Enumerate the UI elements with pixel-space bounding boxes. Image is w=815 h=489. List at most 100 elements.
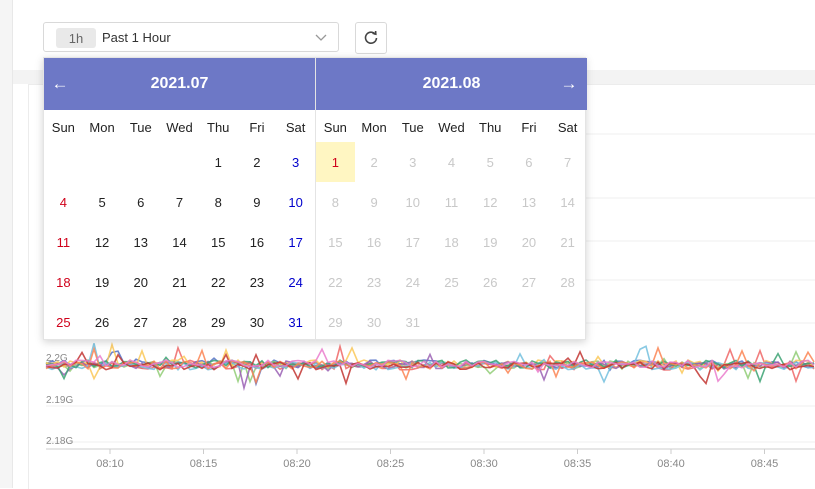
- weekday-label: Fri: [249, 119, 265, 135]
- calendar-day: 7: [564, 154, 572, 170]
- x-tick-label: 08:35: [564, 458, 592, 470]
- calendar-day[interactable]: 31: [276, 302, 315, 342]
- calendar-day: 8: [331, 194, 339, 210]
- calendar-day: 14: [560, 194, 575, 210]
- calendar-month-july: ← 2021.07 Sun Mon Tue Wed Thu Fri Sat 12345678…: [44, 58, 315, 341]
- y-tick-label: 2.18G: [46, 436, 73, 447]
- calendar-day[interactable]: 8: [199, 182, 238, 222]
- arrow-left-icon[interactable]: ←: [50, 74, 70, 94]
- calendar-month-august: 2021.08 → Sun Mon Tue Wed Thu Fri Sat 12345678…: [315, 58, 587, 341]
- x-tick-label: 08:30: [470, 458, 498, 470]
- time-range-select[interactable]: 1h Past 1 Hour: [43, 22, 339, 52]
- x-tick-label: 08:40: [657, 458, 685, 470]
- calendar-day[interactable]: 15: [199, 222, 238, 262]
- calendar-day: 15: [328, 234, 343, 250]
- weekday-label: Wed: [438, 119, 465, 135]
- x-tick-label: 08:10: [96, 458, 124, 470]
- calendar-day[interactable]: 11: [44, 222, 83, 262]
- calendar-day[interactable]: 25: [44, 302, 83, 342]
- x-tick-label: 08:45: [751, 458, 779, 470]
- calendar-day: 18: [444, 234, 459, 250]
- calendar-day: 25: [444, 274, 459, 290]
- x-tick-label: 08:15: [190, 458, 218, 470]
- x-tick-label: 08:20: [283, 458, 311, 470]
- arrow-right-icon[interactable]: →: [559, 74, 579, 94]
- calendar-day[interactable]: 13: [121, 222, 160, 262]
- weekday-label: Wed: [166, 119, 193, 135]
- calendar-day[interactable]: 14: [160, 222, 199, 262]
- chevron-down-icon: [315, 34, 327, 41]
- calendar-empty-cell: [44, 142, 83, 182]
- calendar-day[interactable]: 1: [316, 142, 355, 182]
- day-grid: 1 2 3 4 5 6 7 8 9 10 11 12 13 14 15 16 17 18 19 20 21 22 23 24 2…: [316, 142, 587, 342]
- calendar-day[interactable]: 18: [44, 262, 83, 302]
- calendar-day[interactable]: 1: [199, 142, 238, 182]
- calendar-day[interactable]: 19: [83, 262, 122, 302]
- calendar-day: 2: [370, 154, 378, 170]
- calendar-day: 24: [405, 274, 421, 290]
- calendar-day: 13: [521, 194, 537, 210]
- calendar-day[interactable]: 16: [238, 222, 277, 262]
- calendar-day: 12: [482, 194, 498, 210]
- weekday-row: Sun Mon Tue Wed Thu Fri Sat: [316, 112, 587, 142]
- weekday-label: Tue: [129, 119, 152, 135]
- month-title: 2021.07: [150, 75, 209, 92]
- calendar-day[interactable]: 20: [121, 262, 160, 302]
- x-tick-label: 08:25: [377, 458, 405, 470]
- calendar-day[interactable]: 30: [238, 302, 277, 342]
- calendar-day[interactable]: 12: [83, 222, 122, 262]
- calendar-day[interactable]: 3: [276, 142, 315, 182]
- time-range-label: Past 1 Hour: [102, 30, 171, 45]
- month-title: 2021.08: [422, 75, 481, 92]
- calendar-day: 9: [370, 194, 378, 210]
- calendar-day: 29: [328, 314, 343, 330]
- calendar-empty-cell: [121, 142, 160, 182]
- calendar-day[interactable]: 22: [199, 262, 238, 302]
- date-picker-popup: ← 2021.07 Sun Mon Tue Wed Thu Fri Sat 12345678…: [43, 57, 587, 341]
- sidebar-edge: [0, 0, 12, 488]
- calendar-day: 31: [405, 314, 421, 330]
- calendar-day[interactable]: 29: [199, 302, 238, 342]
- calendar-day: 19: [482, 234, 498, 250]
- weekday-label: Thu: [479, 119, 502, 135]
- series-line: [45, 352, 815, 392]
- calendar-day[interactable]: 21: [160, 262, 199, 302]
- calendar-day[interactable]: 28: [160, 302, 199, 342]
- calendar-day[interactable]: 7: [160, 182, 199, 222]
- weekday-label: Tue: [401, 119, 424, 135]
- weekday-label: Sun: [323, 119, 347, 135]
- calendar-day[interactable]: 10: [276, 182, 315, 222]
- calendar-day[interactable]: 4: [44, 182, 83, 222]
- weekday-label: Mon: [361, 119, 387, 135]
- calendar-day: 4: [447, 154, 456, 170]
- calendar-header: ← 2021.07: [44, 58, 315, 110]
- calendar-day[interactable]: 2: [238, 142, 277, 182]
- calendar-day[interactable]: 26: [83, 302, 122, 342]
- calendar-day[interactable]: 17: [276, 222, 315, 262]
- day-grid: 1 2 3 4 5 6 7 8 9 10 11 12 13 14 15 16 17 18 19 20 21 22 23 24 2…: [44, 142, 315, 342]
- calendar-day: 23: [366, 274, 382, 290]
- weekday-label: Fri: [521, 119, 537, 135]
- calendar-day[interactable]: 9: [238, 182, 277, 222]
- calendar-day: 30: [366, 314, 382, 330]
- y-tick-label: 2.19G: [46, 395, 73, 406]
- calendar-day[interactable]: 23: [238, 262, 277, 302]
- calendar-day: 16: [366, 234, 382, 250]
- calendar-day[interactable]: 6: [121, 182, 160, 222]
- refresh-icon: [364, 30, 378, 44]
- calendar-header: 2021.08 →: [316, 58, 587, 110]
- weekday-label: Mon: [89, 119, 115, 135]
- calendar-day: 21: [560, 234, 575, 250]
- calendar-day: 6: [525, 154, 533, 170]
- calendar-day: 20: [521, 234, 537, 250]
- weekday-row: Sun Mon Tue Wed Thu Fri Sat: [44, 112, 315, 142]
- calendar-day[interactable]: 5: [83, 182, 122, 222]
- calendar-day[interactable]: 27: [121, 302, 160, 342]
- calendar-day[interactable]: 24: [276, 262, 315, 302]
- weekday-label: Sat: [285, 119, 306, 135]
- calendar-day: 10: [405, 194, 421, 210]
- calendar-empty-cell: [83, 142, 122, 182]
- weekday-label: Sun: [51, 119, 75, 135]
- refresh-button[interactable]: [355, 22, 387, 54]
- calendar-day: 27: [521, 274, 537, 290]
